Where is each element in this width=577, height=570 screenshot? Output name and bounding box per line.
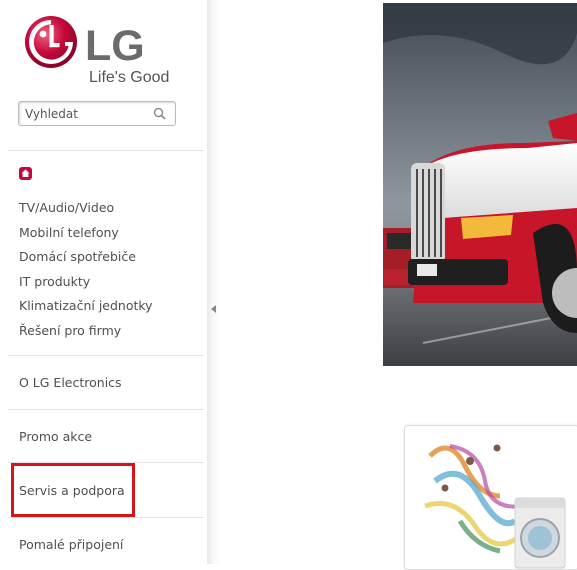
hero-banner[interactable] <box>383 3 577 366</box>
divider <box>8 409 204 410</box>
logo-tagline: Life's Good <box>89 69 169 86</box>
lg-logo[interactable]: LG Life's Good <box>25 15 180 90</box>
product-nav: TV/Audio/Video Mobilní telefony Domácí s… <box>19 196 153 343</box>
slow-connection-link[interactable]: Pomalé připojení <box>19 537 123 552</box>
nav-item-business-solutions[interactable]: Řešení pro firmy <box>19 319 153 344</box>
search-input[interactable] <box>25 105 145 123</box>
nav-item-tv-audio-video[interactable]: TV/Audio/Video <box>19 196 153 221</box>
divider <box>8 355 204 356</box>
home-icon[interactable] <box>19 165 32 180</box>
sidebar-edge <box>207 0 221 564</box>
highlight-box <box>11 463 135 517</box>
search-icon[interactable] <box>153 106 167 120</box>
divider <box>8 517 204 518</box>
collapse-arrow-icon[interactable] <box>211 298 217 313</box>
nav-item-it-products[interactable]: IT produkty <box>19 270 153 295</box>
promo-link[interactable]: Promo akce <box>19 429 92 444</box>
hero-truck-image <box>383 3 577 366</box>
search-box[interactable] <box>18 101 176 126</box>
about-lg-link[interactable]: O LG Electronics <box>19 375 122 390</box>
promo-washer-image <box>405 426 577 569</box>
logo-brand-text: LG <box>85 22 145 70</box>
nav-item-air-conditioning[interactable]: Klimatizační jednotky <box>19 294 153 319</box>
divider <box>8 150 204 151</box>
lg-logo-icon: LG Life's Good <box>25 16 169 86</box>
nav-item-mobile-phones[interactable]: Mobilní telefony <box>19 221 153 246</box>
nav-item-home-appliances[interactable]: Domácí spotřebiče <box>19 245 153 270</box>
sidebar: LG Life's Good TV/Audio/Video Mobilní te… <box>0 0 209 564</box>
promo-card[interactable] <box>404 425 577 570</box>
